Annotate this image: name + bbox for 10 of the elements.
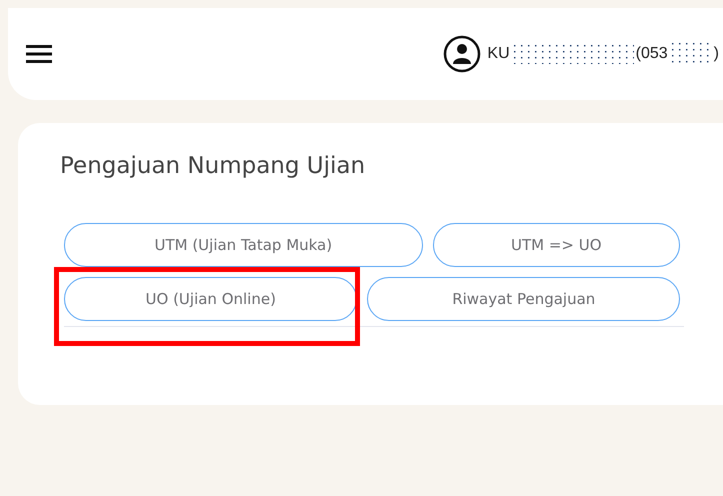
option-button[interactable]: Riwayat Pengajuan: [367, 277, 680, 321]
option-button[interactable]: UTM => UO: [432, 223, 680, 267]
user-code: (053: [636, 45, 668, 63]
user-name: KU: [487, 45, 510, 63]
user-avatar-icon[interactable]: [443, 35, 482, 73]
option-button[interactable]: UTM (Ujian Tatap Muka): [64, 223, 423, 267]
option-button[interactable]: UO (Ujian Online): [64, 277, 358, 321]
card-title: Pengajuan Numpang Ujian: [60, 153, 366, 179]
user-code-end: ): [714, 45, 719, 63]
menu-icon[interactable]: [26, 44, 52, 64]
